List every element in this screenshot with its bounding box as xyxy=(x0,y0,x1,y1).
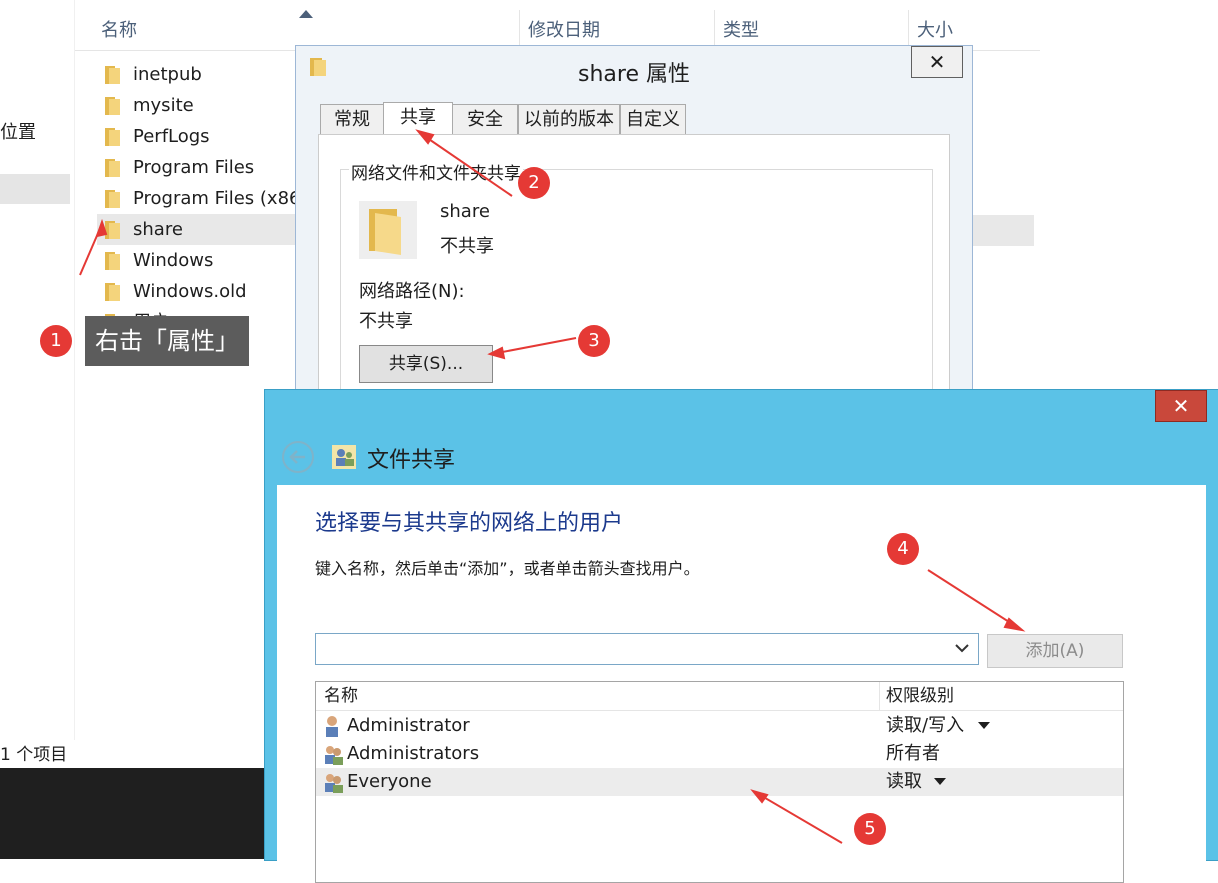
arrow-3 xyxy=(491,337,577,355)
step-badge-1: 1 xyxy=(40,325,72,357)
callout-right-click-properties: 右击「属性」 xyxy=(85,316,249,366)
arrow-2 xyxy=(419,132,513,197)
arrow-4-head xyxy=(1003,617,1026,632)
step-badge-2: 2 xyxy=(518,167,550,199)
arrow-1-head xyxy=(95,218,108,238)
arrow-4 xyxy=(927,569,1021,630)
step-badge-3: 3 xyxy=(578,325,610,357)
step-badge-4: 4 xyxy=(887,533,919,565)
arrow-5 xyxy=(754,791,843,844)
arrow-5-head xyxy=(750,789,769,804)
arrow-3-head xyxy=(487,346,506,360)
annotation-overlay xyxy=(79,129,1026,844)
step-badge-5: 5 xyxy=(854,813,886,845)
